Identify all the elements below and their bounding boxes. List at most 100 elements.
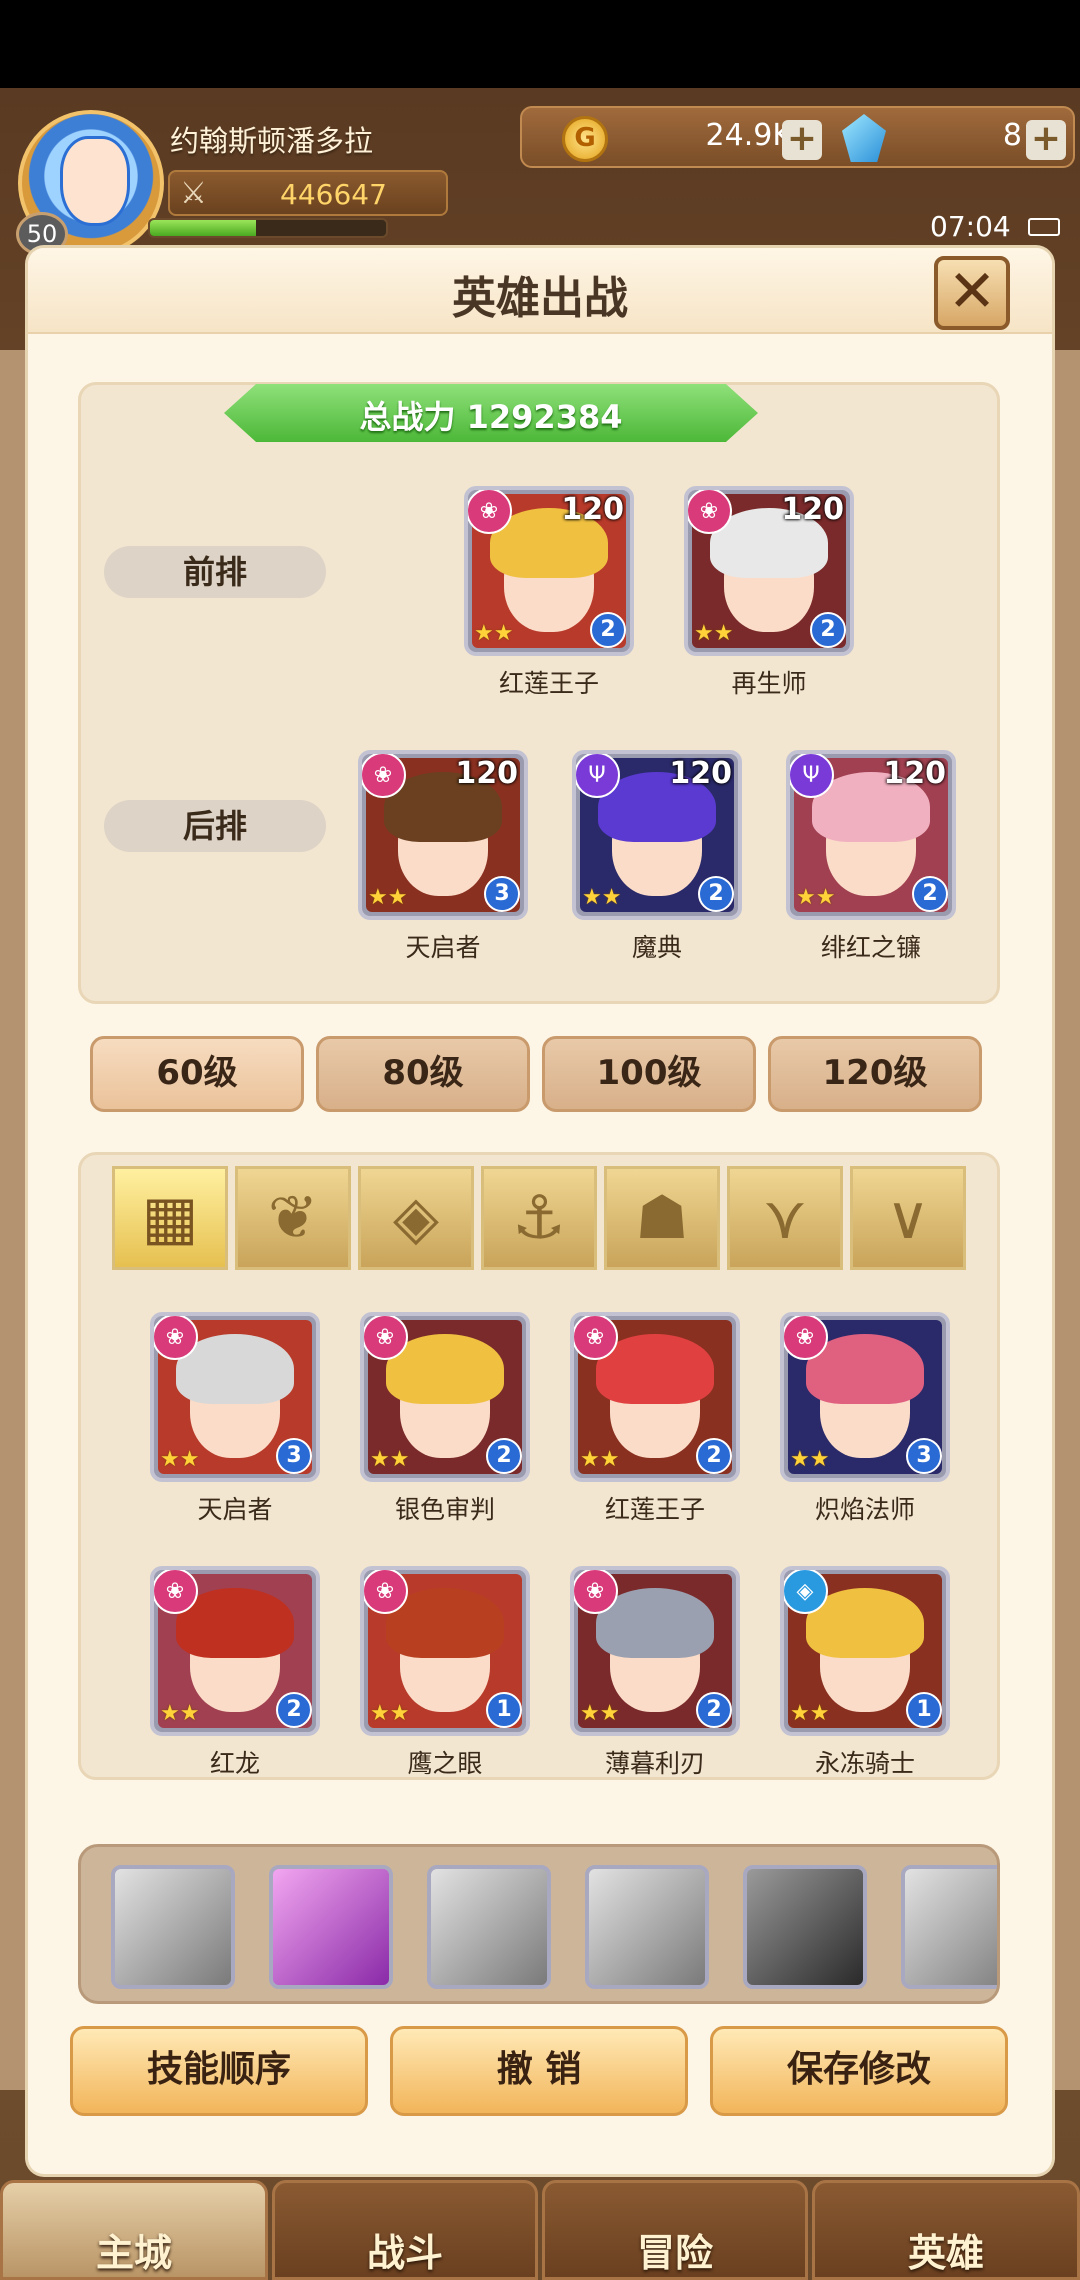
- exp-bar: [148, 218, 388, 238]
- player-power: ⚔ 446647: [168, 170, 448, 216]
- hero-level: 120: [669, 756, 732, 791]
- hero-name: 天启者: [197, 1495, 273, 1524]
- hero-stars: ★★: [160, 1447, 200, 1472]
- hero-rank-badge: 2: [698, 876, 734, 912]
- hero-slot[interactable]: ❀ ★★ 3: [150, 1312, 320, 1482]
- skill-slot[interactable]: [585, 1865, 709, 1989]
- hero-slot[interactable]: ❀ ★★ 1: [360, 1566, 530, 1736]
- gold-value: 24.9K: [705, 118, 792, 153]
- clock: 07:04: [930, 210, 1011, 243]
- left-frame: [0, 350, 28, 2090]
- nav-main-city[interactable]: 主城: [0, 2180, 268, 2280]
- right-frame: [1052, 350, 1080, 2090]
- hero-slot[interactable]: ❀ ★★ 2: [570, 1566, 740, 1736]
- diamond-icon: ◈: [392, 1183, 440, 1253]
- hero-level: 120: [781, 492, 844, 527]
- save-button[interactable]: 保存修改: [710, 2026, 1008, 2116]
- demon-icon: ⋎: [763, 1183, 807, 1253]
- skill-strip: [78, 1844, 1000, 2004]
- front-row-label: 前排: [104, 546, 326, 598]
- hero-slot[interactable]: ❀ 120 ★★ 2: [464, 486, 634, 656]
- hero-name: 炽焰法师: [814, 1495, 915, 1524]
- skill-slot[interactable]: [743, 1865, 867, 1989]
- hero-level: 120: [455, 756, 518, 791]
- filter-tab-diamond-icon[interactable]: ◈: [358, 1166, 474, 1270]
- hero-rank-badge: 3: [906, 1438, 942, 1474]
- horns-icon: ∨: [886, 1183, 930, 1253]
- faction-icon: ❀: [784, 1316, 828, 1360]
- level-tab-3[interactable]: 100级: [542, 1036, 756, 1112]
- hero-name: 红龙: [209, 1749, 260, 1778]
- hero-deploy-dialog: 英雄出战 ✕ 总战力 1292384 前排 后排 技能顺序 撤 销 保存修改 ❀…: [28, 248, 1052, 2174]
- exp-bar-fill: [150, 220, 257, 236]
- gold-coin-icon: G: [562, 116, 608, 162]
- hero-slot[interactable]: ❀ 120 ★★ 2: [684, 486, 854, 656]
- faction-icon: ❀: [468, 490, 512, 534]
- hero-rank-badge: 2: [810, 612, 846, 648]
- hero-slot[interactable]: ◈ ★★ 1: [780, 1566, 950, 1736]
- beast-icon: ☗: [635, 1183, 689, 1253]
- hero-slot[interactable]: ❀ ★★ 2: [360, 1312, 530, 1482]
- faction-icon: ❀: [154, 1570, 198, 1614]
- hero-slot[interactable]: Ψ 120 ★★ 2: [786, 750, 956, 920]
- faction-icon: ◈: [784, 1570, 828, 1614]
- hero-rank-badge: 2: [696, 1692, 732, 1728]
- skill-order-button[interactable]: 技能顺序: [70, 2026, 368, 2116]
- hero-level: 120: [883, 756, 946, 791]
- total-power-banner: 总战力 1292384: [224, 384, 758, 442]
- add-gem-button[interactable]: +: [1026, 120, 1066, 160]
- faction-icon: Ψ: [576, 754, 620, 798]
- hero-stars: ★★: [582, 885, 622, 910]
- skill-slot[interactable]: [269, 1865, 393, 1989]
- nav-adventure[interactable]: 冒险: [542, 2180, 808, 2280]
- nav-heroes[interactable]: 英雄: [812, 2180, 1080, 2280]
- add-gold-button[interactable]: +: [782, 120, 822, 160]
- faction-icon: ❀: [688, 490, 732, 534]
- skill-slot[interactable]: [111, 1865, 235, 1989]
- resource-bar: G 24.9K + 8 +: [520, 106, 1075, 168]
- faction-icon: ❀: [364, 1316, 408, 1360]
- hero-name: 红莲王子: [498, 669, 599, 698]
- hero-stars: ★★: [474, 621, 514, 646]
- battery-icon: [1028, 218, 1060, 236]
- nav-label: 主城: [95, 2231, 172, 2275]
- player-name: 约翰斯顿潘多拉: [170, 124, 374, 158]
- faction-icon: ❀: [154, 1316, 198, 1360]
- hero-rank-badge: 3: [484, 876, 520, 912]
- hero-stars: ★★: [370, 1447, 410, 1472]
- close-button[interactable]: ✕: [934, 256, 1010, 330]
- hero-name: 鹰之眼: [407, 1749, 483, 1778]
- filter-tab-beast-icon[interactable]: ☗: [604, 1166, 720, 1270]
- close-icon: ✕: [947, 257, 997, 325]
- filter-tab-flame-icon[interactable]: ❦: [235, 1166, 351, 1270]
- crossed-swords-icon: ⚔: [180, 176, 207, 211]
- nav-battle[interactable]: 战斗: [272, 2180, 538, 2280]
- faction-icon: ❀: [574, 1570, 618, 1614]
- filter-tab-anchor-icon[interactable]: ⚓: [481, 1166, 597, 1270]
- level-tab-1[interactable]: 60级: [90, 1036, 304, 1112]
- hero-name: 红莲王子: [604, 1495, 705, 1524]
- filter-tab-demon-icon[interactable]: ⋎: [727, 1166, 843, 1270]
- hero-stars: ★★: [580, 1447, 620, 1472]
- dialog-header: 英雄出战 ✕: [28, 248, 1052, 334]
- filter-tab-horns-icon[interactable]: ∨: [850, 1166, 966, 1270]
- hero-stars: ★★: [694, 621, 734, 646]
- hero-slot[interactable]: ❀ ★★ 3: [780, 1312, 950, 1482]
- filter-tab-grid-icon[interactable]: ▦: [112, 1166, 228, 1270]
- hero-slot[interactable]: ❀ 120 ★★ 3: [358, 750, 528, 920]
- skill-slot[interactable]: [901, 1865, 997, 1989]
- hero-rank-badge: 2: [912, 876, 948, 912]
- hero-name: 再生师: [731, 669, 807, 698]
- skill-slot[interactable]: [427, 1865, 551, 1989]
- total-power-text: 总战力 1292384: [359, 398, 623, 436]
- hero-rank-badge: 2: [696, 1438, 732, 1474]
- level-tab-4[interactable]: 120级: [768, 1036, 982, 1112]
- hero-slot[interactable]: ❀ ★★ 2: [150, 1566, 320, 1736]
- gem-icon: [842, 114, 886, 162]
- hero-stars: ★★: [160, 1701, 200, 1726]
- cancel-button[interactable]: 撤 销: [390, 2026, 688, 2116]
- nav-label: 英雄: [907, 2231, 984, 2275]
- hero-slot[interactable]: Ψ 120 ★★ 2: [572, 750, 742, 920]
- hero-slot[interactable]: ❀ ★★ 2: [570, 1312, 740, 1482]
- level-tab-2[interactable]: 80级: [316, 1036, 530, 1112]
